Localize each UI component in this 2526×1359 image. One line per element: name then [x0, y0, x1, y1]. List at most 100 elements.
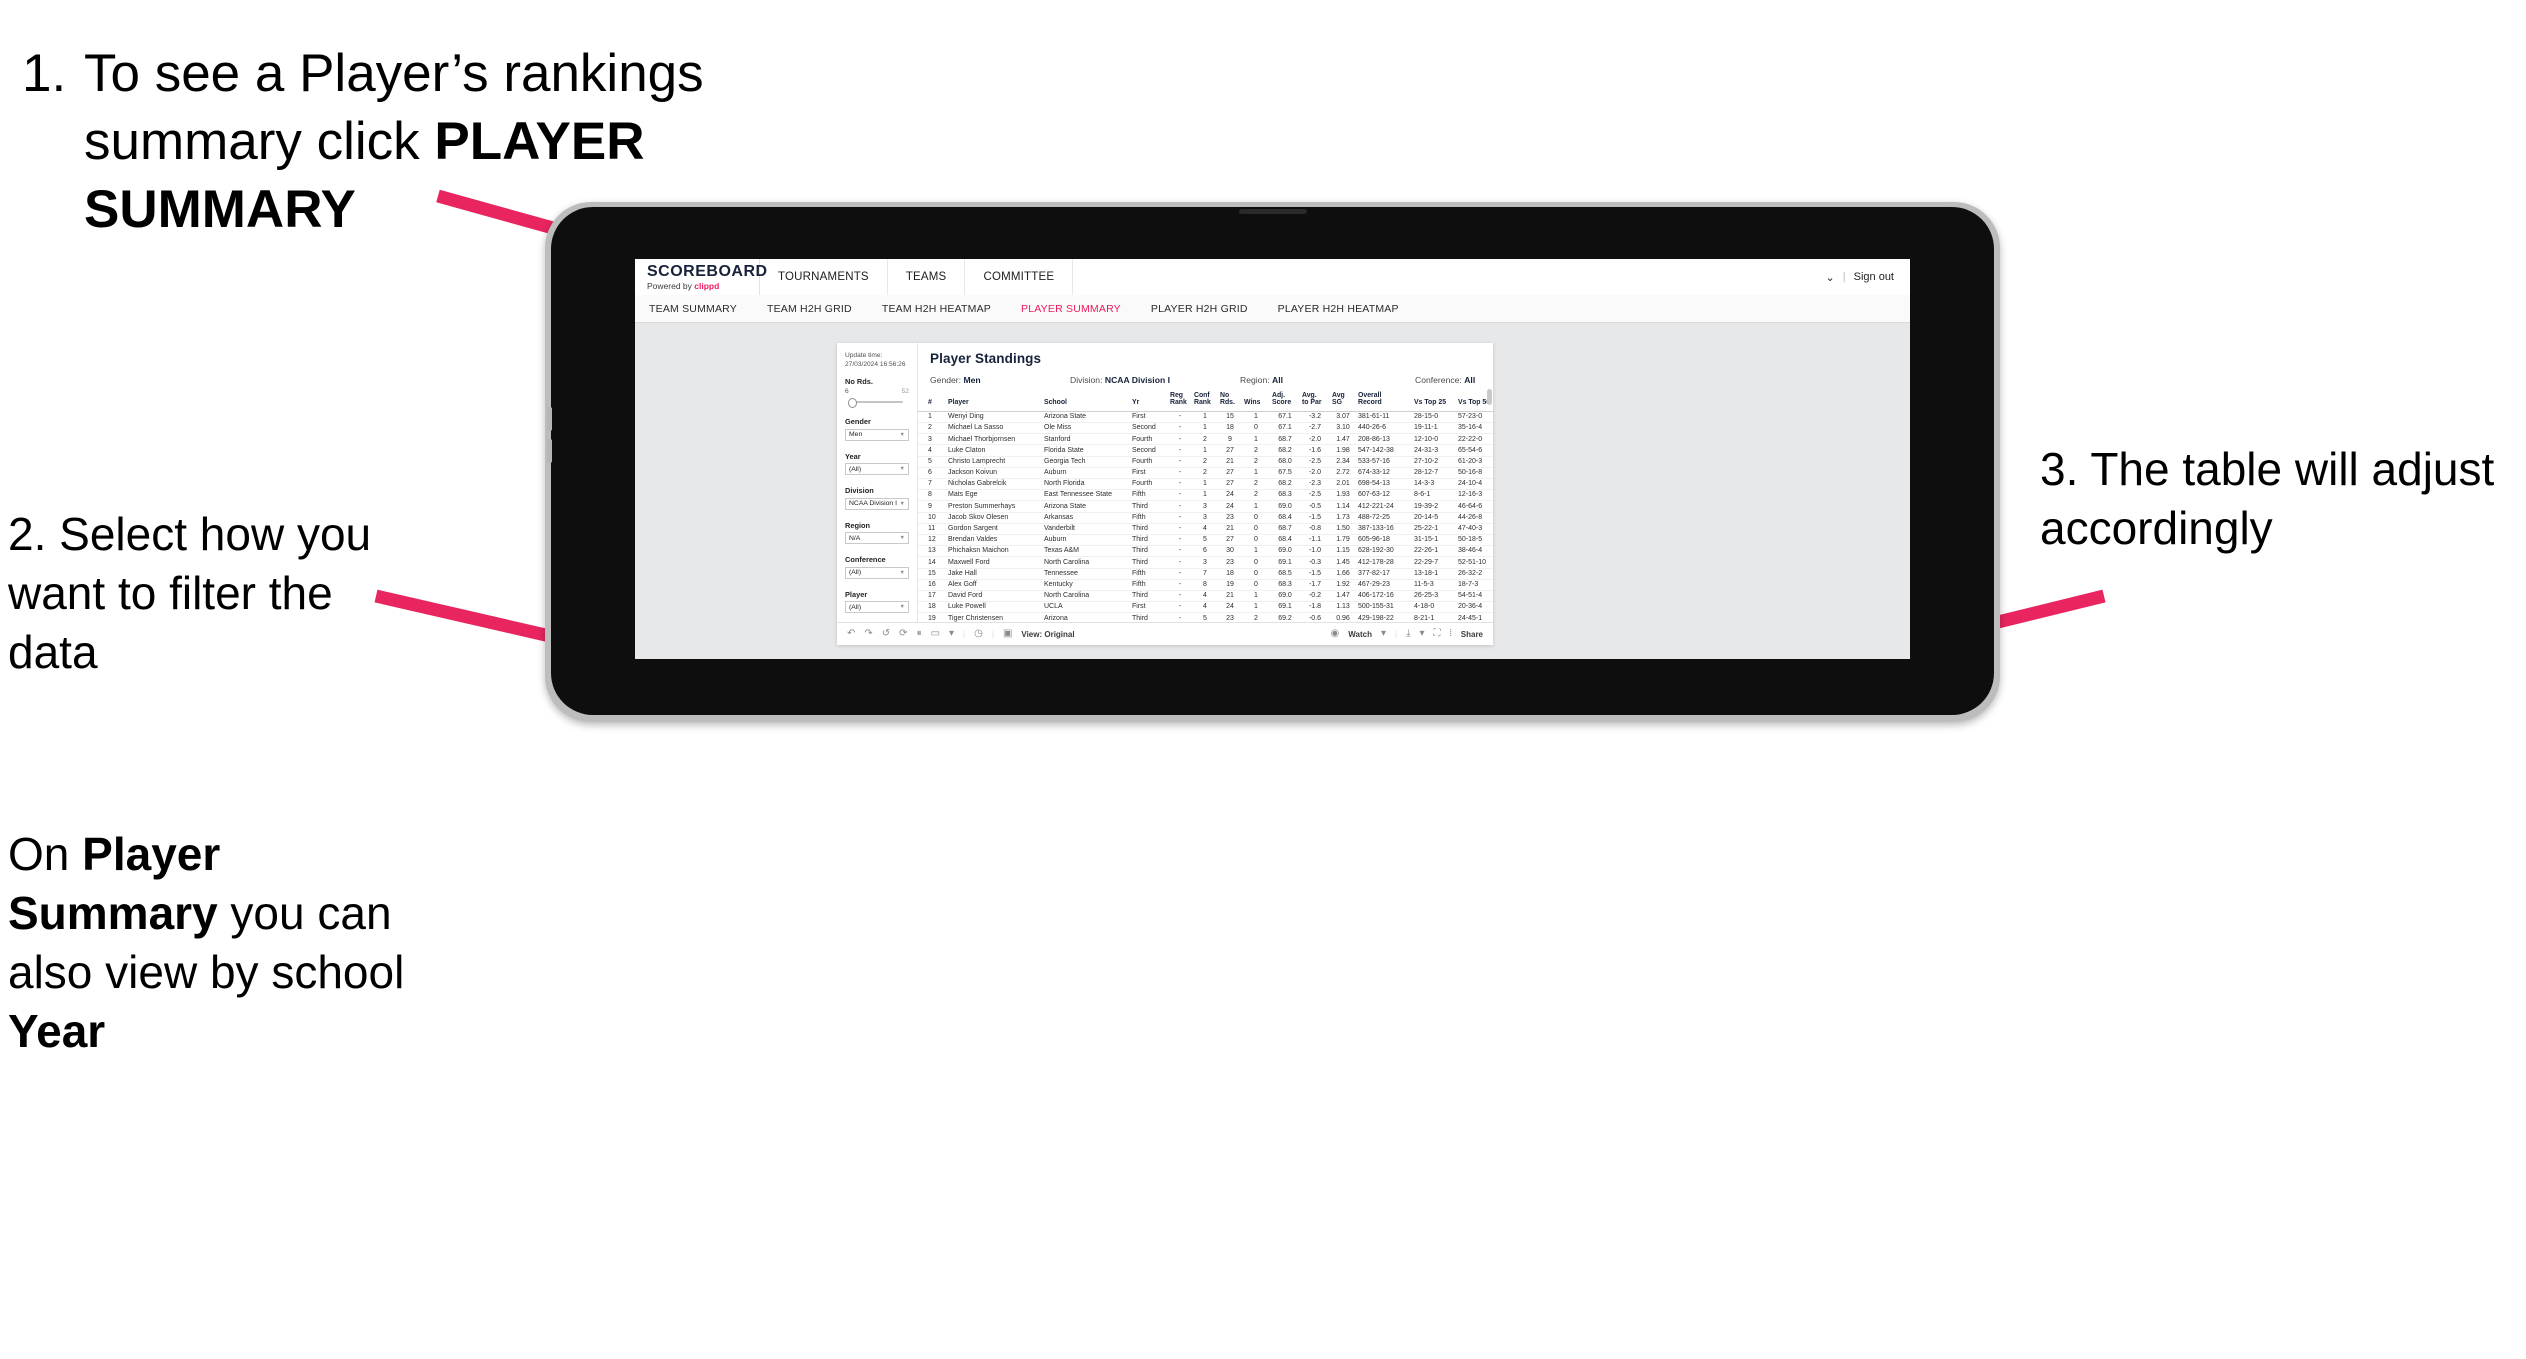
cell-avg-to-par: -1.5	[1300, 512, 1330, 524]
cell-reg-rank: -	[1168, 422, 1192, 435]
watch-button[interactable]: Watch	[1348, 630, 1372, 639]
table-row[interactable]: 3 Michael Thorbjornsen Stanford Fourth -2 9 1 6…	[918, 433, 1493, 446]
year-select[interactable]: (All) ▼	[845, 463, 909, 476]
col-header-conf-rank[interactable]: Conf Rank	[1192, 391, 1218, 412]
fullscreen-icon[interactable]: ⛶	[1434, 629, 1441, 639]
table-row[interactable]: 11 Gordon Sargent Vanderbilt Third -4 21 0 68.7…	[918, 523, 1493, 535]
cell-adj-score: 68.4	[1270, 512, 1300, 524]
slider-handle[interactable]	[848, 398, 857, 409]
table-row[interactable]: 12 Brendan Valdes Auburn Third -5 27 0 68.4 -1.1…	[918, 534, 1493, 547]
cell-reg-rank: -	[1168, 444, 1192, 457]
table-row[interactable]: 16 Alex Goff Kentucky Fifth -8 19 0 68.3 -1.7 1.9…	[918, 579, 1493, 591]
cell-adj-score: 68.3	[1270, 579, 1300, 591]
view-original-button[interactable]: View: Original	[1021, 630, 1074, 639]
volume-down-button[interactable]	[547, 439, 552, 463]
pause-icon[interactable]: ⏸	[917, 629, 922, 639]
cell-avg-sg: 1.93	[1330, 489, 1356, 502]
table-row[interactable]: 18 Luke Powell UCLA First -4 24 1 69.1 -1.8 1.13 5…	[918, 601, 1493, 614]
custom-view-icon[interactable]: ▭	[931, 629, 940, 639]
cell-player: Preston Summerhays	[946, 500, 1042, 513]
tab-team-summary[interactable]: TEAM SUMMARY	[649, 303, 737, 315]
col-header-wins[interactable]: Wins	[1242, 391, 1270, 412]
update-time-label: Update time:	[845, 352, 883, 359]
chevron-down-icon[interactable]: ▾	[1381, 629, 1386, 639]
user-menu-icon[interactable]: ⌄	[1826, 271, 1835, 284]
cell-reg-rank: -	[1168, 489, 1192, 502]
tab-team-h2h-grid[interactable]: TEAM H2H GRID	[767, 303, 852, 315]
topnav-item-committee[interactable]: COMMITTEE	[965, 259, 1074, 295]
cell-avg-to-par: -0.8	[1300, 523, 1330, 535]
table-scrollbar-thumb[interactable]	[1487, 389, 1492, 405]
undo-icon[interactable]: ↶	[847, 629, 855, 639]
table-row[interactable]: 4 Luke Claton Florida State Second -1 27 2 68.2…	[918, 444, 1493, 457]
conference-select[interactable]: (All) ▼	[845, 566, 909, 579]
col-header-adj-score[interactable]: Adj. Score	[1270, 391, 1300, 412]
cell-conf-rank: 2	[1192, 456, 1218, 468]
col-header-avg-to-par[interactable]: Avg. to Par	[1300, 391, 1330, 412]
table-row[interactable]: 5 Christo Lamprecht Georgia Tech Fourth -2 21…	[918, 456, 1493, 468]
col-header-player[interactable]: Player	[946, 391, 1042, 412]
region-select[interactable]: N/A ▼	[845, 532, 909, 545]
no-rds-slider[interactable]	[845, 397, 909, 409]
table-row[interactable]: 7 Nicholas Gabrelcik North Florida Fourth -1…	[918, 478, 1493, 491]
table-row[interactable]: 2 Michael La Sasso Ole Miss Second -1 18 0 67.1…	[918, 422, 1493, 435]
col-header-avg-sg[interactable]: Avg SG	[1330, 391, 1356, 412]
topnav-item-teams[interactable]: TEAMS	[888, 259, 966, 295]
table-scrollbar[interactable]	[1487, 389, 1492, 622]
download-icon[interactable]: ⤓	[1406, 629, 1410, 639]
cell-adj-score: 68.4	[1270, 534, 1300, 547]
table-row[interactable]: 17 David Ford North Carolina Third -4 21 1 69.0…	[918, 590, 1493, 603]
update-time-block: Update time: 27/03/2024 16:56:26	[845, 352, 909, 370]
cell-reg-rank: -	[1168, 534, 1192, 547]
brand-logo[interactable]: SCOREBOARD Powered by clippd	[635, 259, 767, 295]
col-header-vs-top-25[interactable]: Vs Top 25	[1412, 391, 1456, 412]
table-row[interactable]: 10 Jacob Skov Olesen Arkansas Fifth -3 23 0 68.…	[918, 512, 1493, 524]
tablet-outer-frame: SCOREBOARD Powered by clippd TOURNAMENTS…	[545, 202, 2000, 722]
chevron-down-icon[interactable]: ▾	[949, 629, 954, 639]
tab-team-h2h-heatmap[interactable]: TEAM H2H HEATMAP	[882, 303, 991, 315]
chevron-down-icon[interactable]: ▾	[1419, 629, 1424, 639]
filter-player-label: Player	[845, 589, 868, 599]
volume-up-button[interactable]	[547, 407, 552, 431]
table-row[interactable]: 19 Tiger Christensen Arizona Third -5 23 2 69.2…	[918, 612, 1493, 622]
col-header-school[interactable]: School	[1042, 391, 1130, 412]
col-header-overall-record[interactable]: Overall Record	[1356, 391, 1412, 412]
redo-icon[interactable]: ↷	[864, 629, 872, 639]
filter-region-label: Region	[845, 520, 871, 530]
cell-overall-record: 429-198-22	[1356, 612, 1412, 622]
col-header-reg-rank[interactable]: Reg Rank	[1168, 391, 1192, 412]
table-row[interactable]: 15 Jake Hall Tennessee Fifth -7 18 0 68.5 -1.5 1.…	[918, 568, 1493, 580]
col-header-yr[interactable]: Yr	[1130, 391, 1168, 412]
annotation-step-2b-prefix: On	[8, 828, 83, 880]
table-row[interactable]: 6 Jackson Koivun Auburn First -2 27 1 67.5 -2.0 2…	[918, 467, 1493, 480]
cell-player: Wenyi Ding	[946, 411, 1042, 424]
filter-gender: Gender Men ▼	[845, 417, 909, 441]
topnav-item-tournaments[interactable]: TOURNAMENTS	[760, 259, 888, 295]
cell-adj-score: 68.3	[1270, 489, 1300, 502]
clock-icon[interactable]: ◷	[974, 629, 983, 639]
table-body: 1 Wenyi Ding Arizona State First -1 15 1 67.1 -3…	[918, 411, 1493, 622]
col-header-no-rds[interactable]: No Rds.	[1218, 391, 1242, 412]
table-row[interactable]: 1 Wenyi Ding Arizona State First -1 15 1 67.1 -3…	[918, 411, 1493, 424]
tab-player-summary[interactable]: PLAYER SUMMARY	[1021, 303, 1121, 315]
cell-overall-record: 547-142-38	[1356, 444, 1412, 457]
tab-player-h2h-heatmap[interactable]: PLAYER H2H HEATMAP	[1278, 303, 1399, 315]
gender-select[interactable]: Men ▼	[845, 428, 909, 441]
tab-player-h2h-grid[interactable]: PLAYER H2H GRID	[1151, 303, 1248, 315]
table-row[interactable]: 9 Preston Summerhays Arizona State Third -3 2…	[918, 500, 1493, 513]
revert-icon[interactable]: ↺	[882, 629, 890, 639]
sign-out-link[interactable]: Sign out	[1854, 271, 1894, 283]
cell-vs-top-25: 28-15-0	[1412, 411, 1456, 424]
table-row[interactable]: 13 Phichaksn Maichon Texas A&M Third -6 30 1 69…	[918, 545, 1493, 558]
cell-avg-to-par: -2.0	[1300, 467, 1330, 480]
player-select[interactable]: (All) ▼	[845, 601, 909, 614]
table-row[interactable]: 8 Mats Ege East Tennessee State Fifth -1 24 2 6…	[918, 489, 1493, 502]
toolbar-divider: |	[963, 629, 966, 639]
cell-avg-sg: 2.01	[1330, 478, 1356, 491]
share-button[interactable]: Share	[1461, 630, 1483, 639]
col-header-rank[interactable]: #	[918, 391, 946, 412]
division-select[interactable]: NCAA Division I ▼	[845, 497, 909, 510]
cell-player: Nicholas Gabrelcik	[946, 478, 1042, 491]
table-row[interactable]: 14 Maxwell Ford North Carolina Third -3 23 0 69…	[918, 556, 1493, 569]
refresh-icon[interactable]: ⟳	[899, 629, 907, 639]
